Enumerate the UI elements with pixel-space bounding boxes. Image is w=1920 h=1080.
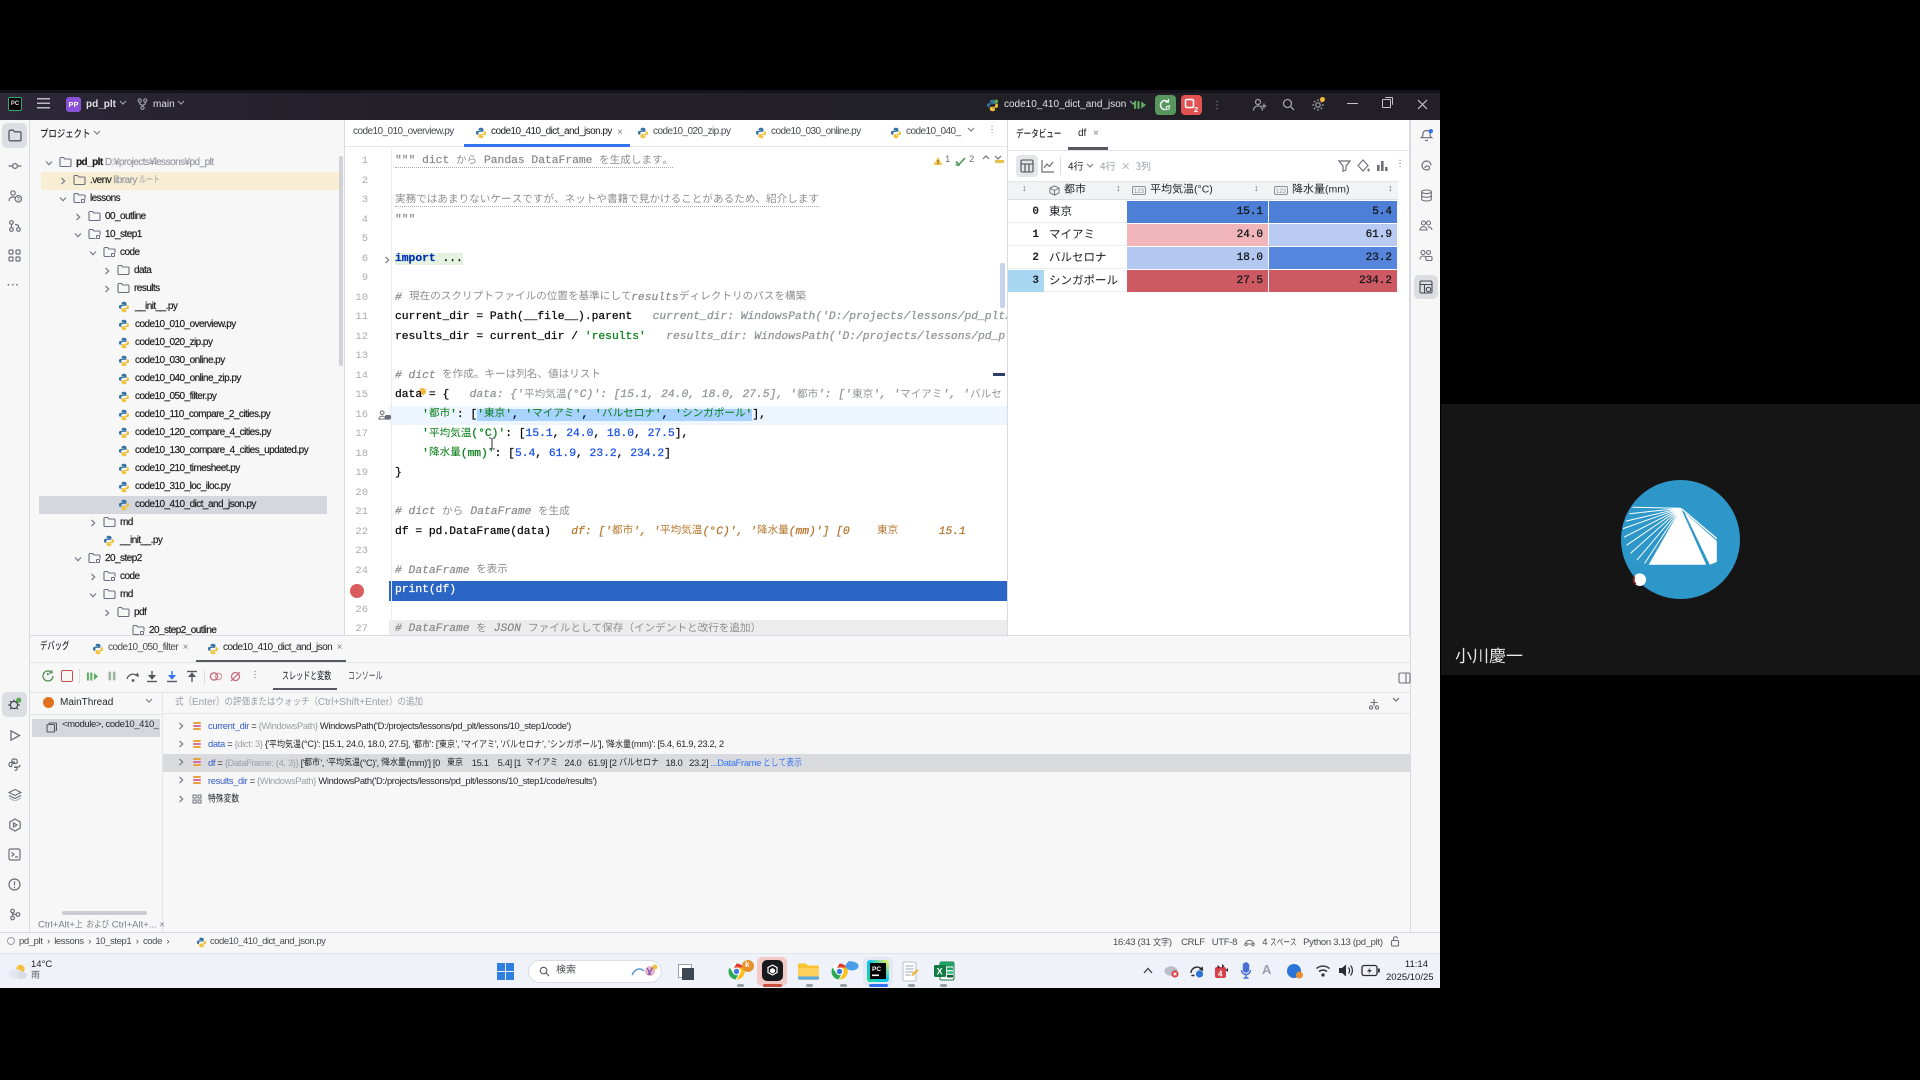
svg-text:?: ?	[17, 197, 20, 203]
svg-text:123: 123	[1134, 189, 1145, 195]
svg-text:123: 123	[1276, 189, 1287, 195]
svg-text:4: 4	[1218, 970, 1223, 979]
svg-text:PC: PC	[872, 966, 881, 973]
svg-text:X: X	[937, 967, 943, 977]
